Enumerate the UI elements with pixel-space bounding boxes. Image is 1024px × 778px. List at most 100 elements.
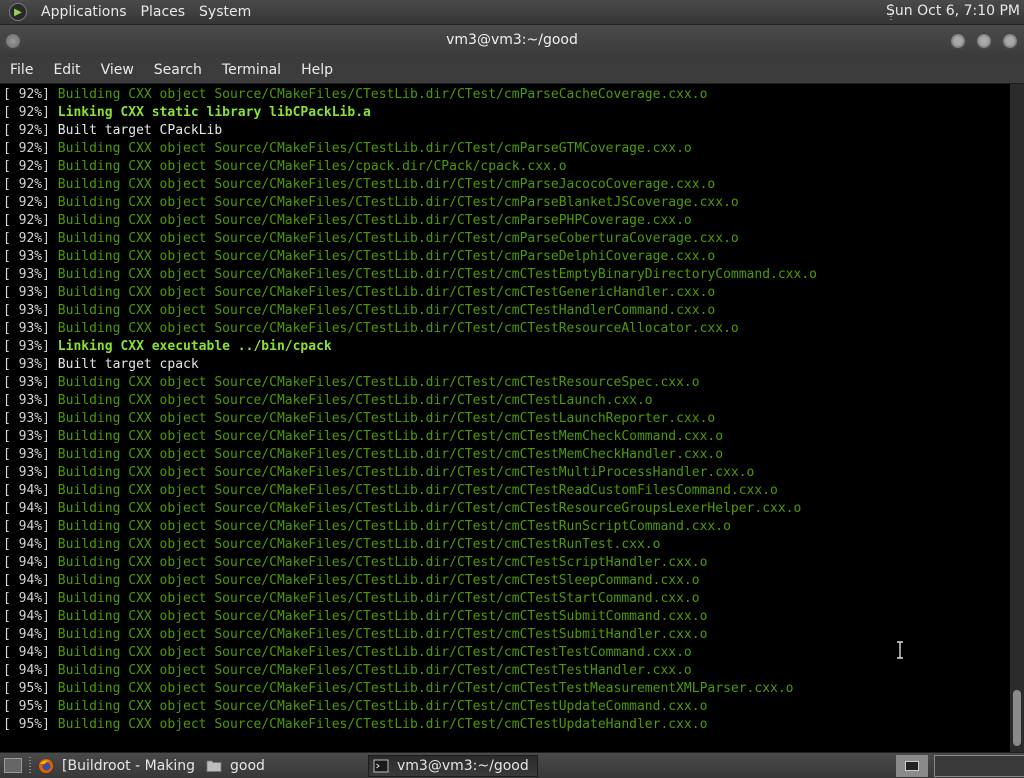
progress-percent: [ 92%] <box>3 123 50 138</box>
task-label: good <box>230 758 265 774</box>
progress-percent: [ 94%] <box>3 501 50 516</box>
menubar: File Edit View Search Terminal Help <box>0 57 1024 83</box>
build-message: Building CXX object Source/CMakeFiles/CT… <box>57 681 794 696</box>
build-message: Building CXX object Source/CMakeFiles/CT… <box>57 555 708 570</box>
build-message: Building CXX object Source/CMakeFiles/CT… <box>57 537 661 552</box>
terminal-line: [ 93%] Building CXX object Source/CMakeF… <box>3 446 1010 464</box>
menu-help[interactable]: Help <box>291 62 343 78</box>
workspace-2[interactable] <box>934 755 1024 777</box>
progress-percent: [ 93%] <box>3 267 50 282</box>
build-message: Building CXX object Source/CMakeFiles/cp… <box>57 159 567 174</box>
progress-percent: [ 92%] <box>3 105 50 120</box>
terminal-line: [ 93%] Building CXX object Source/CMakeF… <box>3 266 1010 284</box>
build-message: Building CXX object Source/CMakeFiles/CT… <box>57 141 692 156</box>
progress-percent: [ 93%] <box>3 249 50 264</box>
build-message: Building CXX object Source/CMakeFiles/CT… <box>57 591 700 606</box>
terminal-output[interactable]: [ 92%] Building CXX object Source/CMakeF… <box>0 84 1010 752</box>
window-titlebar[interactable]: vm3@vm3:~/good <box>0 25 1024 57</box>
terminal-lines: [ 92%] Building CXX object Source/CMakeF… <box>0 84 1010 734</box>
progress-percent: [ 94%] <box>3 627 50 642</box>
progress-percent: [ 92%] <box>3 141 50 156</box>
terminal-line: [ 94%] Building CXX object Source/CMakeF… <box>3 554 1010 572</box>
terminal-line: [ 92%] Building CXX object Source/CMakeF… <box>3 176 1010 194</box>
terminal-line: [ 92%] Linking CXX static library libCPa… <box>3 104 1010 122</box>
minimize-button[interactable] <box>949 32 967 50</box>
build-message: Building CXX object Source/CMakeFiles/CT… <box>57 195 739 210</box>
build-message: Building CXX object Source/CMakeFiles/CT… <box>57 645 692 660</box>
progress-percent: [ 95%] <box>3 681 50 696</box>
terminal-line: [ 93%] Building CXX object Source/CMakeF… <box>3 392 1010 410</box>
progress-percent: [ 92%] <box>3 177 50 192</box>
progress-percent: [ 93%] <box>3 411 50 426</box>
progress-percent: [ 94%] <box>3 519 50 534</box>
terminal-line: [ 92%] Building CXX object Source/CMakeF… <box>3 86 1010 104</box>
progress-percent: [ 92%] <box>3 159 50 174</box>
build-message: Building CXX object Source/CMakeFiles/CT… <box>57 177 716 192</box>
build-message: Building CXX object Source/CMakeFiles/CT… <box>57 447 724 462</box>
progress-percent: [ 94%] <box>3 591 50 606</box>
menu-view[interactable]: View <box>91 62 144 78</box>
terminal-line: [ 94%] Building CXX object Source/CMakeF… <box>3 590 1010 608</box>
terminal-line: [ 94%] Building CXX object Source/CMakeF… <box>3 518 1010 536</box>
build-message: Building CXX object Source/CMakeFiles/CT… <box>57 465 755 480</box>
menu-file[interactable]: File <box>0 62 43 78</box>
maximize-button[interactable] <box>975 32 993 50</box>
menu-terminal[interactable]: Terminal <box>212 62 291 78</box>
desktop: ▶ Applications Places System Sun Oct 6, … <box>0 0 1024 778</box>
terminal-line: [ 95%] Building CXX object Source/CMakeF… <box>3 680 1010 698</box>
progress-percent: [ 92%] <box>3 213 50 228</box>
menu-edit[interactable]: Edit <box>43 62 90 78</box>
build-message: Building CXX object Source/CMakeFiles/CT… <box>57 213 692 228</box>
folder-icon <box>206 760 222 772</box>
terminal-line: [ 94%] Building CXX object Source/CMakeF… <box>3 644 1010 662</box>
build-message: Building CXX object Source/CMakeFiles/CT… <box>57 717 708 732</box>
terminal-line: [ 94%] Building CXX object Source/CMakeF… <box>3 572 1010 590</box>
task-terminal[interactable]: vm3@vm3:~/good <box>368 755 538 777</box>
panel-clock[interactable]: Sun Oct 6, 7:10 PM <box>886 3 1020 19</box>
terminal-line: [ 93%] Building CXX object Source/CMakeF… <box>3 320 1010 338</box>
build-message: Building CXX object Source/CMakeFiles/CT… <box>57 393 653 408</box>
build-message: Building CXX object Source/CMakeFiles/CT… <box>57 411 716 426</box>
build-message: Building CXX object Source/CMakeFiles/CT… <box>57 429 724 444</box>
terminal-line: [ 92%] Building CXX object Source/CMakeF… <box>3 158 1010 176</box>
progress-percent: [ 93%] <box>3 393 50 408</box>
workspace-1[interactable] <box>896 755 928 777</box>
terminal-line: [ 95%] Building CXX object Source/CMakeF… <box>3 716 1010 734</box>
progress-percent: [ 93%] <box>3 303 50 318</box>
task-buildroot[interactable]: [Buildroot - Making ... <box>34 755 200 777</box>
progress-percent: [ 92%] <box>3 87 50 102</box>
system-menu[interactable]: System <box>192 4 258 20</box>
build-message: Building CXX object Source/CMakeFiles/CT… <box>57 609 708 624</box>
progress-percent: [ 93%] <box>3 429 50 444</box>
terminal-line: [ 92%] Building CXX object Source/CMakeF… <box>3 140 1010 158</box>
places-menu[interactable]: Places <box>134 4 193 20</box>
progress-percent: [ 95%] <box>3 699 50 714</box>
build-message: Building CXX object Source/CMakeFiles/CT… <box>57 267 817 282</box>
show-desktop-icon[interactable] <box>4 758 22 773</box>
workspace-window-thumb <box>905 761 919 771</box>
close-button[interactable] <box>1001 32 1019 50</box>
terminal-line: [ 93%] Linking CXX executable ../bin/cpa… <box>3 338 1010 356</box>
distro-logo-icon[interactable]: ▶ <box>9 3 27 21</box>
progress-percent: [ 94%] <box>3 645 50 660</box>
top-panel: ▶ Applications Places System Sun Oct 6, … <box>0 0 1024 25</box>
build-message: Building CXX object Source/CMakeFiles/CT… <box>57 699 708 714</box>
progress-percent: [ 93%] <box>3 285 50 300</box>
terminal-scrollbar[interactable] <box>1010 84 1024 752</box>
progress-percent: [ 94%] <box>3 483 50 498</box>
taskbar-separator <box>29 757 31 775</box>
menu-search[interactable]: Search <box>144 62 212 78</box>
build-message: Building CXX object Source/CMakeFiles/CT… <box>57 483 778 498</box>
applications-menu[interactable]: Applications <box>34 4 134 20</box>
build-message: Building CXX object Source/CMakeFiles/CT… <box>57 627 708 642</box>
terminal-line: [ 93%] Building CXX object Source/CMakeF… <box>3 302 1010 320</box>
build-message: Building CXX object Source/CMakeFiles/CT… <box>57 321 739 336</box>
build-message: Building CXX object Source/CMakeFiles/CT… <box>57 501 802 516</box>
build-message: Building CXX object Source/CMakeFiles/CT… <box>57 285 716 300</box>
terminal-line: [ 93%] Building CXX object Source/CMakeF… <box>3 248 1010 266</box>
task-good-folder[interactable]: good <box>202 755 362 777</box>
scrollbar-thumb[interactable] <box>1013 690 1021 746</box>
progress-percent: [ 94%] <box>3 609 50 624</box>
terminal-line: [ 92%] Building CXX object Source/CMakeF… <box>3 230 1010 248</box>
terminal-line: [ 94%] Building CXX object Source/CMakeF… <box>3 482 1010 500</box>
